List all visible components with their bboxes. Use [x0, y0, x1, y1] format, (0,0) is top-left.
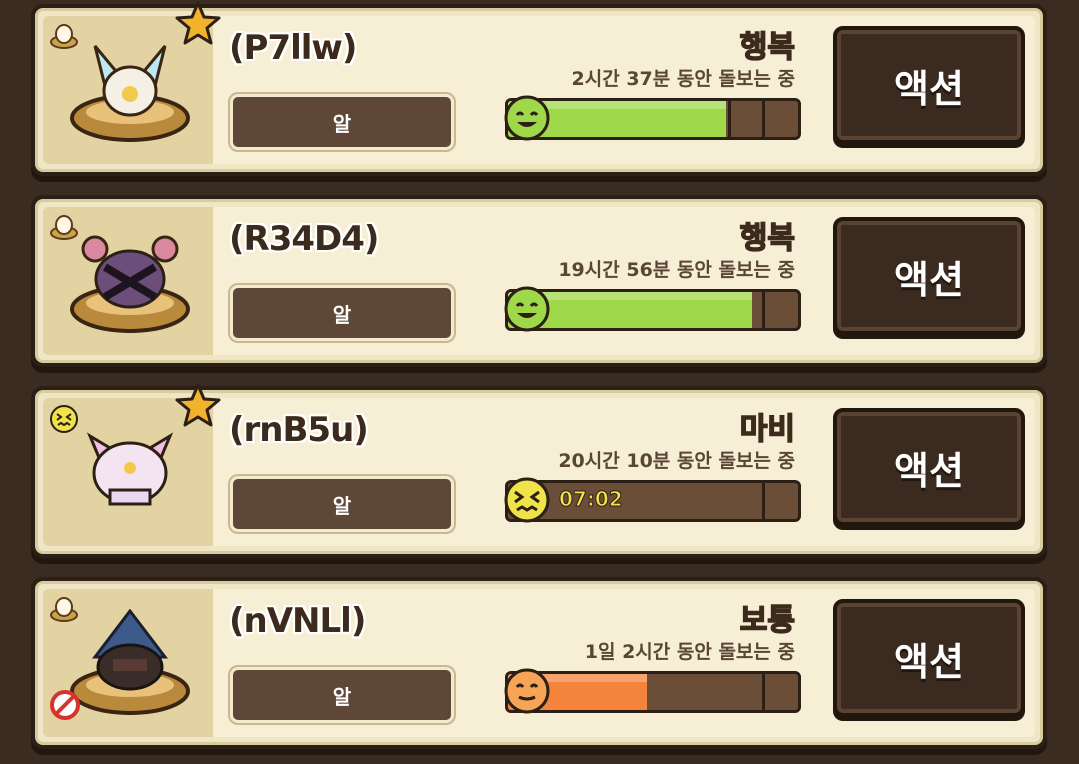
action-button[interactable]: 액션 — [833, 599, 1025, 717]
pet-stage-label: 알 — [230, 667, 454, 723]
mood-label: 보통 — [739, 602, 796, 639]
pet-name: (R34D4) — [229, 219, 379, 259]
no-feeding-icon — [50, 690, 80, 720]
pet-name: (nVNLl) — [229, 601, 366, 641]
pet-card: (rnB5u) 알 마비 20시간 10분 동안 돌보는 중 07:02 액션 — [31, 383, 1047, 558]
pet-name: (P7llw) — [229, 28, 357, 68]
pet-stage-label: 알 — [230, 285, 454, 341]
action-button[interactable]: 액션 — [833, 26, 1025, 144]
paralyzed-face-icon — [504, 477, 550, 523]
pet-card: (P7llw) 알 행복 2시간 37분 동안 돌보는 중 액션 — [31, 1, 1047, 176]
action-button[interactable]: 액션 — [833, 217, 1025, 335]
bar-divider — [762, 483, 765, 519]
pet-sprite — [70, 45, 190, 142]
paralysis-timer: 07:02 — [559, 487, 624, 512]
care-duration: 2시간 37분 동안 돌보는 중 — [571, 68, 795, 90]
mood-label: 마비 — [739, 411, 796, 448]
bar-divider — [762, 292, 765, 328]
mood-label: 행복 — [739, 220, 796, 257]
mood-label: 행복 — [739, 29, 796, 66]
care-duration: 20시간 10분 동안 돌보는 중 — [558, 450, 795, 472]
pet-name: (rnB5u) — [229, 410, 369, 450]
bar-divider — [762, 101, 765, 137]
pet-sprite — [70, 235, 190, 333]
pet-card: (nVNLl) 알 보통 1일 2시간 동안 돌보는 중 액션 — [31, 577, 1047, 749]
pet-stage-label: 알 — [230, 94, 454, 150]
care-duration: 1일 2시간 동안 돌보는 중 — [584, 641, 795, 663]
care-duration: 19시간 56분 동안 돌보는 중 — [558, 259, 795, 281]
pet-sprite — [70, 609, 190, 715]
happy-face-icon — [504, 286, 550, 332]
pet-sprite — [86, 432, 174, 506]
happy-face-icon — [504, 95, 550, 141]
action-button[interactable]: 액션 — [833, 408, 1025, 526]
neutral-face-icon — [504, 668, 550, 714]
pet-card: (R34D4) 알 행복 19시간 56분 동안 돌보는 중 액션 — [31, 195, 1047, 367]
bar-divider — [728, 101, 731, 137]
pet-stage-label: 알 — [230, 476, 454, 532]
bar-divider — [762, 674, 765, 710]
